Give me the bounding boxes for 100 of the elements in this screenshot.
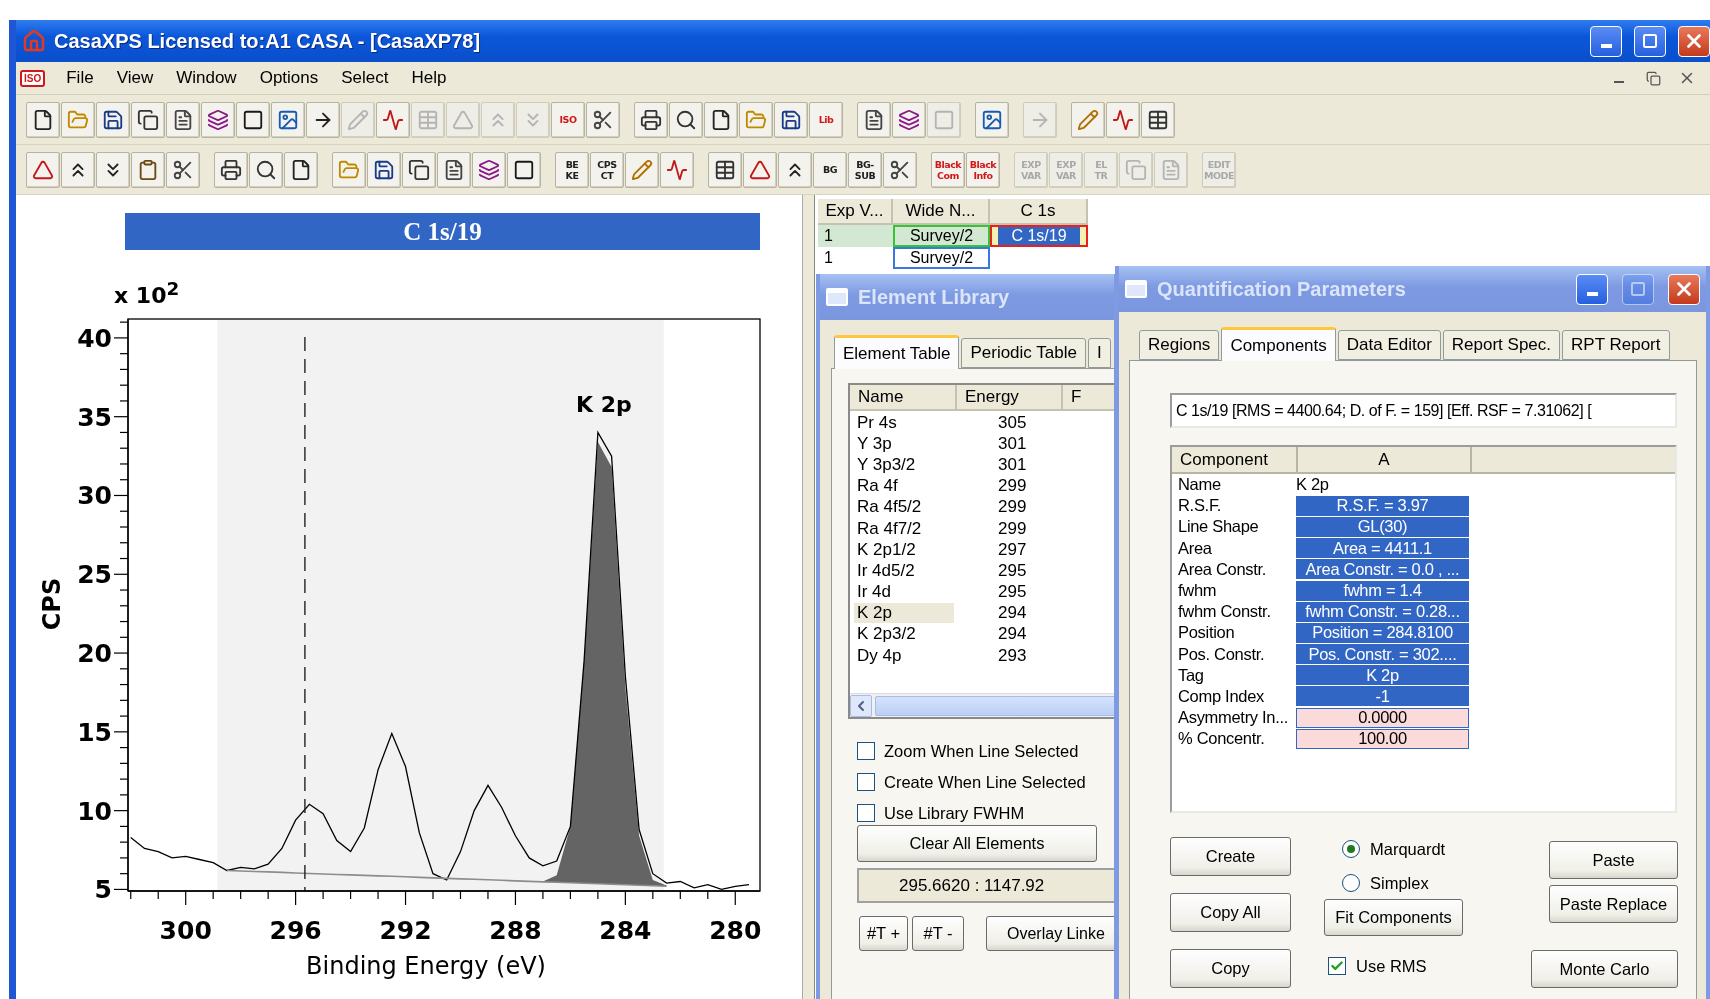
element-name[interactable]: Y 3p (854, 433, 954, 454)
grid-value[interactable]: K 2p (1296, 474, 1469, 495)
grid-value[interactable]: K 2p (1296, 665, 1469, 686)
tab[interactable]: RPT Report (1562, 330, 1670, 360)
grid-value[interactable]: Area Constr. = 0.0 , ... (1296, 559, 1469, 580)
menu-item[interactable]: View (109, 66, 161, 90)
close-button[interactable] (1678, 25, 1710, 57)
table-cell[interactable]: Survey/2 (893, 247, 990, 269)
tab[interactable]: I (1087, 338, 1111, 368)
checkbox[interactable] (1328, 957, 1346, 975)
toolbar-button[interactable] (437, 151, 471, 188)
toolbar-button[interactable] (26, 101, 60, 138)
toolbar-button[interactable] (634, 101, 668, 138)
button[interactable]: #T - (912, 916, 964, 951)
column-header[interactable]: Component (1172, 447, 1298, 474)
toolbar-button[interactable] (306, 101, 340, 138)
close-button[interactable] (1668, 273, 1700, 305)
toolbar-button[interactable] (507, 151, 541, 188)
element-name[interactable]: Ra 4f (854, 476, 954, 497)
toolbar-button[interactable] (708, 151, 742, 188)
toolbar-button[interactable]: Black Com (931, 151, 965, 188)
overlay-button[interactable]: Overlay Linke (986, 916, 1114, 951)
grid-value[interactable]: 0.0000 (1296, 707, 1469, 728)
minimize-button[interactable] (1590, 25, 1622, 57)
toolbar-button[interactable] (1141, 101, 1175, 138)
tab[interactable]: Components (1221, 327, 1336, 361)
button[interactable]: Copy (1170, 949, 1291, 988)
toolbar-button[interactable] (402, 151, 436, 188)
toolbar-button[interactable] (704, 101, 738, 138)
toolbar-button[interactable]: BE KE (555, 151, 589, 188)
column-header[interactable]: F (1063, 385, 1114, 411)
toolbar-button[interactable] (201, 101, 235, 138)
horizontal-scrollbar[interactable] (850, 693, 1114, 717)
tab[interactable]: Report Spec. (1442, 330, 1561, 360)
toolbar-button[interactable] (61, 151, 95, 188)
minimize-button[interactable] (1576, 273, 1608, 305)
grid-value[interactable]: Position = 284.8100 (1296, 622, 1469, 643)
button[interactable]: Paste Replace (1549, 885, 1678, 923)
toolbar-button[interactable] (96, 101, 130, 138)
column-header[interactable]: C 1s (990, 199, 1088, 225)
toolbar-button[interactable] (131, 151, 165, 188)
toolbar-button[interactable]: Lib (809, 101, 843, 138)
tab[interactable]: Periodic Table (961, 338, 1086, 368)
toolbar-button[interactable] (166, 151, 200, 188)
clear-all-button[interactable]: Clear All Elements (857, 825, 1097, 862)
toolbar-button[interactable] (96, 151, 130, 188)
tab[interactable]: Element Table (834, 335, 960, 369)
button[interactable]: Monte Carlo (1531, 950, 1678, 988)
splitter[interactable] (802, 195, 815, 999)
column-header[interactable]: Name (850, 385, 957, 411)
toolbar-button[interactable]: CPS CT (590, 151, 624, 188)
radio-button[interactable] (1342, 840, 1360, 858)
element-name[interactable]: Y 3p3/2 (854, 454, 954, 475)
toolbar-button[interactable] (669, 101, 703, 138)
toolbar-button[interactable] (774, 101, 808, 138)
radio-button[interactable] (1342, 874, 1360, 892)
checkbox[interactable] (857, 742, 875, 760)
checkbox[interactable] (857, 804, 875, 822)
element-name[interactable]: Ra 4f7/2 (854, 518, 954, 539)
toolbar-button[interactable] (214, 151, 248, 188)
toolbar-button[interactable]: Black Info (966, 151, 1000, 188)
summary-field[interactable]: C 1s/19 [RMS = 4400.64; D. of F. = 159] [Eff. RSF = 7.31062] [ (1170, 393, 1677, 428)
grid-value[interactable]: Pos. Constr. = 302.... (1296, 644, 1469, 665)
element-name[interactable]: Dy 4p (854, 645, 954, 666)
toolbar-button[interactable] (472, 151, 506, 188)
toolbar-button[interactable] (166, 101, 200, 138)
column-header[interactable]: Wide N... (893, 199, 990, 225)
menu-item[interactable]: Select (334, 66, 396, 90)
toolbar-button[interactable] (883, 151, 917, 188)
grid-value[interactable]: -1 (1296, 686, 1469, 707)
element-name[interactable]: Ir 4d5/2 (854, 560, 954, 581)
element-name[interactable]: K 2p3/2 (854, 624, 954, 645)
tab[interactable]: Data Editor (1337, 330, 1441, 360)
menu-item[interactable]: Window (169, 66, 244, 90)
grid-value[interactable]: fwhm = 1.4 (1296, 580, 1469, 601)
element-name[interactable]: K 2p (854, 603, 954, 624)
button[interactable]: Copy All (1170, 893, 1291, 932)
grid-value[interactable]: R.S.F. = 3.97 (1296, 495, 1469, 516)
toolbar-button[interactable] (236, 101, 270, 138)
element-name[interactable]: Ir 4d (854, 582, 954, 603)
checkbox[interactable] (857, 773, 875, 791)
grid-value[interactable]: Area = 4411.1 (1296, 538, 1469, 559)
toolbar-button[interactable] (131, 101, 165, 138)
element-name[interactable]: Pr 4s (854, 412, 954, 433)
toolbar-button[interactable]: ISO (551, 101, 585, 138)
toolbar-button[interactable]: BG (813, 151, 847, 188)
column-header[interactable]: Exp V... (818, 199, 893, 225)
toolbar-button[interactable] (284, 151, 318, 188)
button[interactable]: Paste (1549, 841, 1678, 879)
table-cell[interactable]: Survey/2 (893, 225, 990, 247)
table-cell[interactable]: C 1s/19 (990, 225, 1088, 247)
tab[interactable]: Regions (1139, 330, 1220, 360)
toolbar-button[interactable] (857, 101, 891, 138)
button[interactable]: Create (1170, 837, 1291, 876)
grid-value[interactable]: GL(30) (1296, 516, 1469, 537)
column-header[interactable]: Energy (957, 385, 1063, 411)
toolbar-button[interactable] (367, 151, 401, 188)
grid-value[interactable]: 100.00 (1296, 728, 1469, 749)
toolbar-button[interactable] (975, 101, 1009, 138)
maximize-button[interactable] (1634, 25, 1666, 57)
